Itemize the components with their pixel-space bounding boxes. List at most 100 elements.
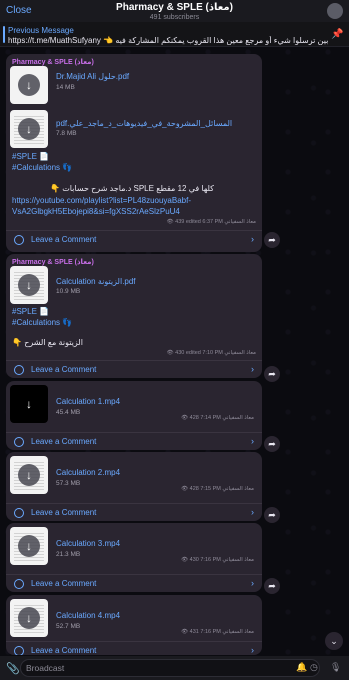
file-name: Dr.Majid Ali حلول.pdf xyxy=(56,72,130,81)
file-name: Calculation 4.mp4 xyxy=(56,611,121,620)
file-size: 57.3 MB xyxy=(56,480,81,487)
message-meta: 👁 430 edited 7:10 PM معاذ السفياني xyxy=(166,350,256,356)
file-attachment[interactable]: ↓ Calculation 2.mp4 57.3 MB 👁 428 7:15 P… xyxy=(10,456,258,500)
file-attachment[interactable]: ↓ Calculation الزيتونة.pdf 10.9 MB xyxy=(10,266,258,310)
hashtag-sple[interactable]: #SPLE 📄 xyxy=(12,152,49,161)
channel-name: Pharmacy & SPLE (معاذ) xyxy=(12,59,94,66)
file-size: 45.4 MB xyxy=(56,409,81,416)
leave-comment-button[interactable]: Leave a Comment › xyxy=(6,503,262,521)
file-name: pdf.المسائل_المشروحة_في_فيديوهات_د_ماجد_… xyxy=(56,119,233,128)
file-attachment[interactable]: ↓ Calculation 1.mp4 45.4 MB 👁 428 7:14 P… xyxy=(10,385,258,429)
comment-label: Leave a Comment xyxy=(31,508,97,517)
leave-comment-button[interactable]: Leave a Comment › xyxy=(6,230,262,248)
message-bubble: ↓ Calculation 1.mp4 45.4 MB 👁 428 7:14 P… xyxy=(6,381,262,450)
message-meta: 👁 431 7:16 PM معاذ السفياني xyxy=(181,629,254,635)
comment-icon xyxy=(14,437,24,447)
youtube-link[interactable]: https://youtube.com/playlist?list=PL48zu… xyxy=(12,196,191,205)
pinned-message[interactable]: Previous Message https://t.me/MuathSufya… xyxy=(0,22,349,47)
download-icon[interactable]: ↓ xyxy=(18,607,40,629)
message-text: 👇 الزيتونة مع الشرح xyxy=(12,338,83,347)
bell-icon[interactable]: 🔔 xyxy=(296,662,307,673)
file-attachment[interactable]: ↓ Dr.Majid Ali حلول.pdf 14 MB xyxy=(10,66,258,110)
leave-comment-button[interactable]: Leave a Comment › xyxy=(6,574,262,592)
file-thumbnail: ↓ xyxy=(10,110,48,148)
file-attachment[interactable]: ↓ Calculation 3.mp4 21.3 MB 👁 430 7:16 P… xyxy=(10,527,258,571)
comment-label: Leave a Comment xyxy=(31,646,97,655)
comment-label: Leave a Comment xyxy=(31,579,97,588)
comment-label: Leave a Comment xyxy=(31,365,97,374)
pin-icon[interactable]: 📌 xyxy=(331,29,343,41)
video-thumbnail: ↓ xyxy=(10,456,48,494)
file-attachment[interactable]: ↓ pdf.المسائل_المشروحة_في_فيديوهات_د_ماج… xyxy=(10,110,258,154)
download-icon[interactable]: ↓ xyxy=(18,274,40,296)
file-thumbnail: ↓ xyxy=(10,266,48,304)
file-size: 14 MB xyxy=(56,84,75,91)
pinned-text: https://t.me/MuathSufyany 👈 ولو حابين تر… xyxy=(8,36,328,45)
hashtag-sple[interactable]: #SPLE 📄 xyxy=(12,307,49,316)
message-bubble: ↓ Calculation 4.mp4 52.7 MB 👁 431 7:16 P… xyxy=(6,595,262,655)
microphone-icon[interactable]: 🎙 xyxy=(330,662,341,673)
subscriber-count: 491 subscribers xyxy=(149,14,200,21)
download-icon[interactable]: ↓ xyxy=(18,118,40,140)
pinned-indicator xyxy=(3,26,5,43)
composer-bar: 📎 Broadcast 🔔 ◷ 🎙 xyxy=(0,656,349,680)
file-size: 7.8 MB xyxy=(56,130,77,137)
chevron-right-icon: › xyxy=(251,364,254,374)
comment-label: Leave a Comment xyxy=(31,235,97,244)
file-name: Calculation 3.mp4 xyxy=(56,539,121,548)
comment-icon xyxy=(14,508,24,518)
hashtag-calculations[interactable]: #Calculations 👣 xyxy=(12,318,72,327)
message-meta: 👁 428 7:15 PM معاذ السفياني xyxy=(181,486,254,492)
video-thumbnail: ↓ xyxy=(10,599,48,637)
share-icon[interactable]: ➦ xyxy=(264,366,280,382)
video-thumbnail: ↓ xyxy=(10,385,48,423)
scroll-down-button[interactable]: ⌄ xyxy=(325,632,343,650)
download-icon[interactable]: ↓ xyxy=(18,74,40,96)
title-block[interactable]: Pharmacy & SPLE (معاذ) 491 subscribers xyxy=(0,2,349,21)
message-bubble: Pharmacy & SPLE (معاذ) ↓ Dr.Majid Ali حل… xyxy=(6,54,262,252)
leave-comment-button[interactable]: Leave a Comment › xyxy=(6,641,262,655)
share-icon[interactable]: ➦ xyxy=(264,436,280,452)
comment-icon xyxy=(14,365,24,375)
pinned-label: Previous Message xyxy=(8,26,74,35)
chevron-right-icon: › xyxy=(251,578,254,588)
download-icon[interactable]: ↓ xyxy=(18,535,40,557)
leave-comment-button[interactable]: Leave a Comment › xyxy=(6,432,262,450)
chevron-right-icon: › xyxy=(251,436,254,446)
channel-avatar[interactable] xyxy=(327,3,343,19)
comment-icon xyxy=(14,646,24,655)
broadcast-input[interactable]: Broadcast xyxy=(20,659,320,677)
share-icon[interactable]: ➦ xyxy=(264,578,280,594)
attach-icon[interactable]: 📎 xyxy=(6,662,20,675)
file-attachment[interactable]: ↓ Calculation 4.mp4 52.7 MB 👁 431 7:16 P… xyxy=(10,599,258,643)
message-bubble: ↓ Calculation 3.mp4 21.3 MB 👁 430 7:16 P… xyxy=(6,523,262,592)
file-name: Calculation الزيتونة.pdf xyxy=(56,277,136,286)
leave-comment-button[interactable]: Leave a Comment › xyxy=(6,360,262,378)
file-name: Calculation 1.mp4 xyxy=(56,397,121,406)
file-size: 10.9 MB xyxy=(56,288,81,295)
file-size: 52.7 MB xyxy=(56,623,81,630)
share-icon[interactable]: ➦ xyxy=(264,232,280,248)
youtube-link-cont[interactable]: VsA2GlbgkH5Ebojepi8&si=fgXSS2rAeSlzPuU4 xyxy=(12,207,180,216)
message-bubble: ↓ Calculation 2.mp4 57.3 MB 👁 428 7:15 P… xyxy=(6,452,262,521)
file-name: Calculation 2.mp4 xyxy=(56,468,121,477)
download-icon[interactable]: ↓ xyxy=(18,393,40,415)
chat-header: Close Pharmacy & SPLE (معاذ) 491 subscri… xyxy=(0,0,349,22)
channel-name: Pharmacy & SPLE (معاذ) xyxy=(12,259,94,266)
share-icon[interactable]: ➦ xyxy=(264,507,280,523)
message-meta: 👁 439 edited 6:37 PM معاذ السفياني xyxy=(166,219,256,225)
chevron-right-icon: › xyxy=(251,234,254,244)
download-icon[interactable]: ↓ xyxy=(18,464,40,486)
message-meta: 👁 428 7:14 PM معاذ السفياني xyxy=(181,415,254,421)
video-thumbnail: ↓ xyxy=(10,527,48,565)
message-meta: 👁 430 7:16 PM معاذ السفياني xyxy=(181,557,254,563)
hashtag-calculations[interactable]: #Calculations 👣 xyxy=(12,163,72,172)
comment-label: Leave a Comment xyxy=(31,437,97,446)
chevron-right-icon: › xyxy=(251,507,254,517)
channel-title: Pharmacy & SPLE (معاذ) xyxy=(116,2,233,13)
timer-icon[interactable]: ◷ xyxy=(310,662,318,673)
comment-icon xyxy=(14,579,24,589)
file-size: 21.3 MB xyxy=(56,551,81,558)
message-text: 👇 د.ماجد شرح حسابات SPLE كلها في 12 مقطع xyxy=(50,184,214,193)
file-thumbnail: ↓ xyxy=(10,66,48,104)
